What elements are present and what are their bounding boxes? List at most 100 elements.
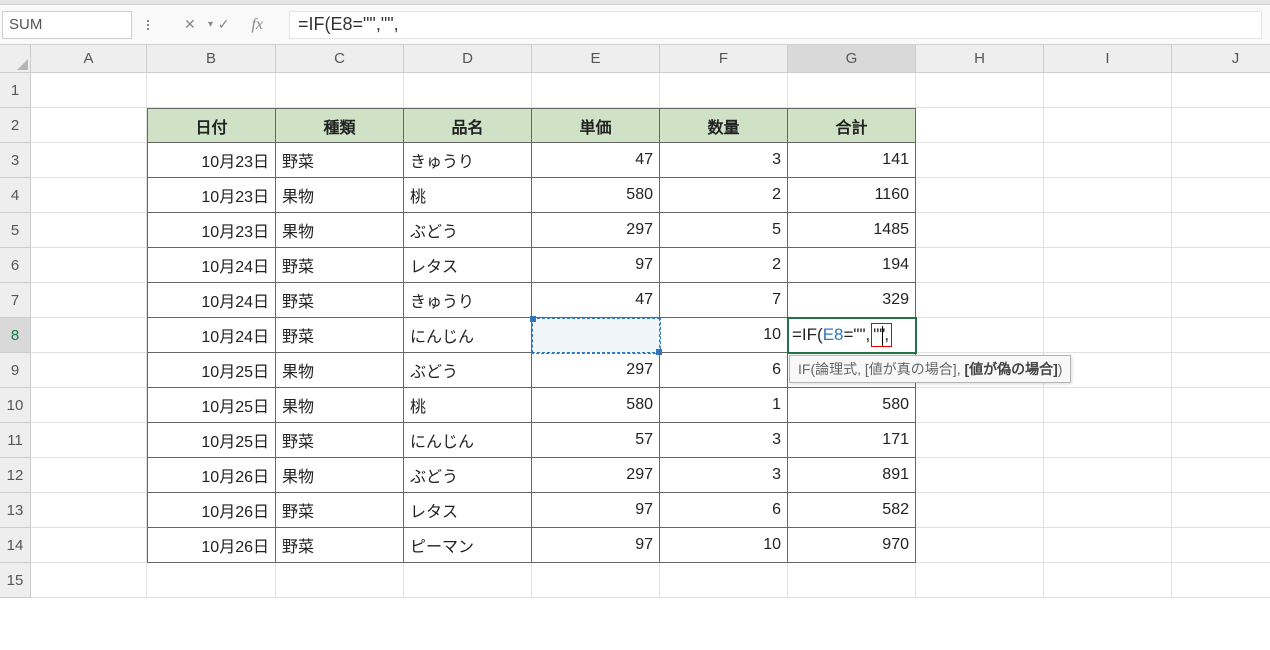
cell-C15[interactable] — [276, 563, 404, 598]
enter-icon[interactable]: ✓ — [218, 16, 230, 33]
row-header-14[interactable]: 14 — [0, 528, 31, 563]
cell-E14[interactable]: 97 — [532, 528, 660, 563]
cell-C8[interactable]: 野菜 — [276, 318, 404, 353]
cell-C12[interactable]: 果物 — [276, 458, 404, 493]
cell-B8[interactable]: 10月24日 — [147, 318, 276, 353]
cell-C9[interactable]: 果物 — [276, 353, 404, 388]
cell-F11[interactable]: 3 — [660, 423, 788, 458]
cell-G5[interactable]: 1485 — [788, 213, 916, 248]
cell-C5[interactable]: 果物 — [276, 213, 404, 248]
column-header-H[interactable]: H — [916, 45, 1044, 73]
cell-A3[interactable] — [31, 143, 147, 178]
cell-J12[interactable] — [1172, 458, 1270, 493]
cell-I7[interactable] — [1044, 283, 1172, 318]
cell-A11[interactable] — [31, 423, 147, 458]
cell-G10[interactable]: 580 — [788, 388, 916, 423]
cell-J3[interactable] — [1172, 143, 1270, 178]
cell-I12[interactable] — [1044, 458, 1172, 493]
cell-J7[interactable] — [1172, 283, 1270, 318]
cell-B14[interactable]: 10月26日 — [147, 528, 276, 563]
cell-E11[interactable]: 57 — [532, 423, 660, 458]
cell-C13[interactable]: 野菜 — [276, 493, 404, 528]
cell-C10[interactable]: 果物 — [276, 388, 404, 423]
cell-G8[interactable]: =IF(E8="","", — [788, 318, 916, 353]
cell-F8[interactable]: 10 — [660, 318, 788, 353]
column-header-D[interactable]: D — [404, 45, 532, 73]
cell-A12[interactable] — [31, 458, 147, 493]
cell-J11[interactable] — [1172, 423, 1270, 458]
cell-I15[interactable] — [1044, 563, 1172, 598]
cell-F7[interactable]: 7 — [660, 283, 788, 318]
cell-E7[interactable]: 47 — [532, 283, 660, 318]
cell-C2[interactable]: 種類 — [276, 108, 404, 143]
row-header-7[interactable]: 7 — [0, 283, 31, 318]
row-header-2[interactable]: 2 — [0, 108, 31, 143]
cell-G2[interactable]: 合計 — [788, 108, 916, 143]
column-header-E[interactable]: E — [532, 45, 660, 73]
cell-E1[interactable] — [532, 73, 660, 108]
row-header-5[interactable]: 5 — [0, 213, 31, 248]
cell-D10[interactable]: 桃 — [404, 388, 532, 423]
cell-F6[interactable]: 2 — [660, 248, 788, 283]
cell-B9[interactable]: 10月25日 — [147, 353, 276, 388]
cell-F15[interactable] — [660, 563, 788, 598]
cell-I4[interactable] — [1044, 178, 1172, 213]
row-header-1[interactable]: 1 — [0, 73, 31, 108]
cell-E10[interactable]: 580 — [532, 388, 660, 423]
cell-A2[interactable] — [31, 108, 147, 143]
cell-I11[interactable] — [1044, 423, 1172, 458]
cell-C3[interactable]: 野菜 — [276, 143, 404, 178]
cell-J4[interactable] — [1172, 178, 1270, 213]
row-header-13[interactable]: 13 — [0, 493, 31, 528]
cell-E15[interactable] — [532, 563, 660, 598]
cell-F10[interactable]: 1 — [660, 388, 788, 423]
select-all-corner[interactable] — [0, 45, 31, 73]
cell-I3[interactable] — [1044, 143, 1172, 178]
cell-H1[interactable] — [916, 73, 1044, 108]
cell-I2[interactable] — [1044, 108, 1172, 143]
cell-C14[interactable]: 野菜 — [276, 528, 404, 563]
name-box-dropdown-icon[interactable]: ▾ — [208, 19, 213, 30]
cell-E6[interactable]: 97 — [532, 248, 660, 283]
cell-G12[interactable]: 891 — [788, 458, 916, 493]
cell-G7[interactable]: 329 — [788, 283, 916, 318]
cell-G6[interactable]: 194 — [788, 248, 916, 283]
cell-B13[interactable]: 10月26日 — [147, 493, 276, 528]
cell-D14[interactable]: ピーマン — [404, 528, 532, 563]
row-header-6[interactable]: 6 — [0, 248, 31, 283]
column-header-J[interactable]: J — [1172, 45, 1270, 73]
cell-D12[interactable]: ぶどう — [404, 458, 532, 493]
cell-B2[interactable]: 日付 — [147, 108, 276, 143]
cell-H10[interactable] — [916, 388, 1044, 423]
cell-A7[interactable] — [31, 283, 147, 318]
cell-H8[interactable] — [916, 318, 1044, 353]
cell-J6[interactable] — [1172, 248, 1270, 283]
cell-G15[interactable] — [788, 563, 916, 598]
cell-D1[interactable] — [404, 73, 532, 108]
cell-F1[interactable] — [660, 73, 788, 108]
cell-G13[interactable]: 582 — [788, 493, 916, 528]
cell-A1[interactable] — [31, 73, 147, 108]
cell-C7[interactable]: 野菜 — [276, 283, 404, 318]
cell-D3[interactable]: きゅうり — [404, 143, 532, 178]
cell-F3[interactable]: 3 — [660, 143, 788, 178]
cell-F2[interactable]: 数量 — [660, 108, 788, 143]
column-header-A[interactable]: A — [31, 45, 147, 73]
cell-H14[interactable] — [916, 528, 1044, 563]
cell-H5[interactable] — [916, 213, 1044, 248]
cell-I1[interactable] — [1044, 73, 1172, 108]
cell-D6[interactable]: レタス — [404, 248, 532, 283]
cell-J14[interactable] — [1172, 528, 1270, 563]
cell-H3[interactable] — [916, 143, 1044, 178]
name-box[interactable]: ▾ — [2, 11, 132, 39]
cell-C6[interactable]: 野菜 — [276, 248, 404, 283]
cell-H2[interactable] — [916, 108, 1044, 143]
cell-A9[interactable] — [31, 353, 147, 388]
cell-B10[interactable]: 10月25日 — [147, 388, 276, 423]
cell-I10[interactable] — [1044, 388, 1172, 423]
cell-E9[interactable]: 297 — [532, 353, 660, 388]
cell-F4[interactable]: 2 — [660, 178, 788, 213]
formula-input[interactable]: =IF(E8="","", — [289, 11, 1262, 39]
cell-A14[interactable] — [31, 528, 147, 563]
cell-A15[interactable] — [31, 563, 147, 598]
